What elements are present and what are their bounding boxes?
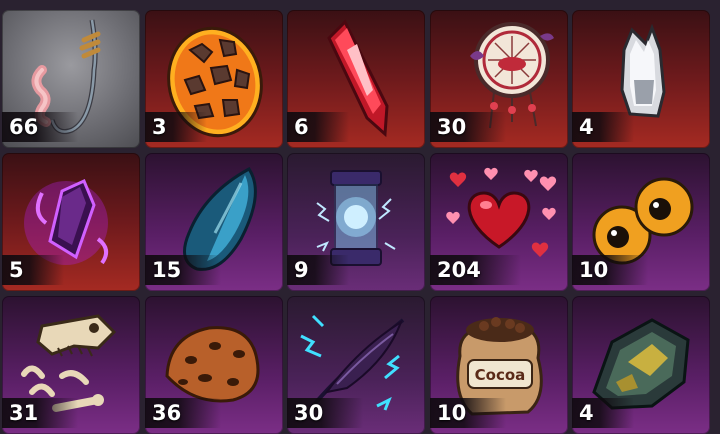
- inventory-slot-fossil[interactable]: 31: [2, 296, 140, 434]
- item-count: 15: [145, 255, 222, 285]
- inventory-slot-gold-ore[interactable]: 4: [572, 296, 710, 434]
- inventory-slot-energy-capsule[interactable]: 9: [287, 153, 425, 291]
- inventory-slot-void-crystal[interactable]: 5: [2, 153, 140, 291]
- item-count: 36: [145, 398, 222, 428]
- inventory-slot-cocoa-sack[interactable]: Cocoa 10: [430, 296, 568, 434]
- sack-label: Cocoa: [475, 366, 526, 384]
- inventory-slot-red-crystal[interactable]: 6: [287, 10, 425, 148]
- item-count: 4: [572, 398, 634, 428]
- item-count: 30: [430, 112, 507, 142]
- inventory-slot-blue-seed[interactable]: 15: [145, 153, 283, 291]
- inventory-slot-eyeballs[interactable]: 10: [572, 153, 710, 291]
- item-count: 6: [287, 112, 349, 142]
- item-count: 10: [572, 255, 649, 285]
- item-count: 9: [287, 255, 349, 285]
- item-count: 3: [145, 112, 207, 142]
- inventory-slot-lava-egg[interactable]: 3: [145, 10, 283, 148]
- item-count: 31: [2, 398, 79, 428]
- inventory-slot-love-hearts[interactable]: 204: [430, 153, 568, 291]
- inventory-slot-dreamcatcher[interactable]: 30: [430, 10, 568, 148]
- inventory-slot-cookie[interactable]: 36: [145, 296, 283, 434]
- inventory-slot-silver-chunk[interactable]: 4: [572, 10, 710, 148]
- item-count: 204: [430, 255, 521, 285]
- item-count: 4: [572, 112, 634, 142]
- item-count: 30: [287, 398, 364, 428]
- item-count: 10: [430, 398, 507, 428]
- inventory-slot-worm-hook[interactable]: 66: [2, 10, 140, 148]
- item-count: 66: [2, 112, 79, 142]
- inventory-grid: 66 3 6 30 4 5 15 9 204 10 31 36 30 Cocoa…: [0, 0, 720, 434]
- item-count: 5: [2, 255, 64, 285]
- inventory-slot-storm-feather[interactable]: 30: [287, 296, 425, 434]
